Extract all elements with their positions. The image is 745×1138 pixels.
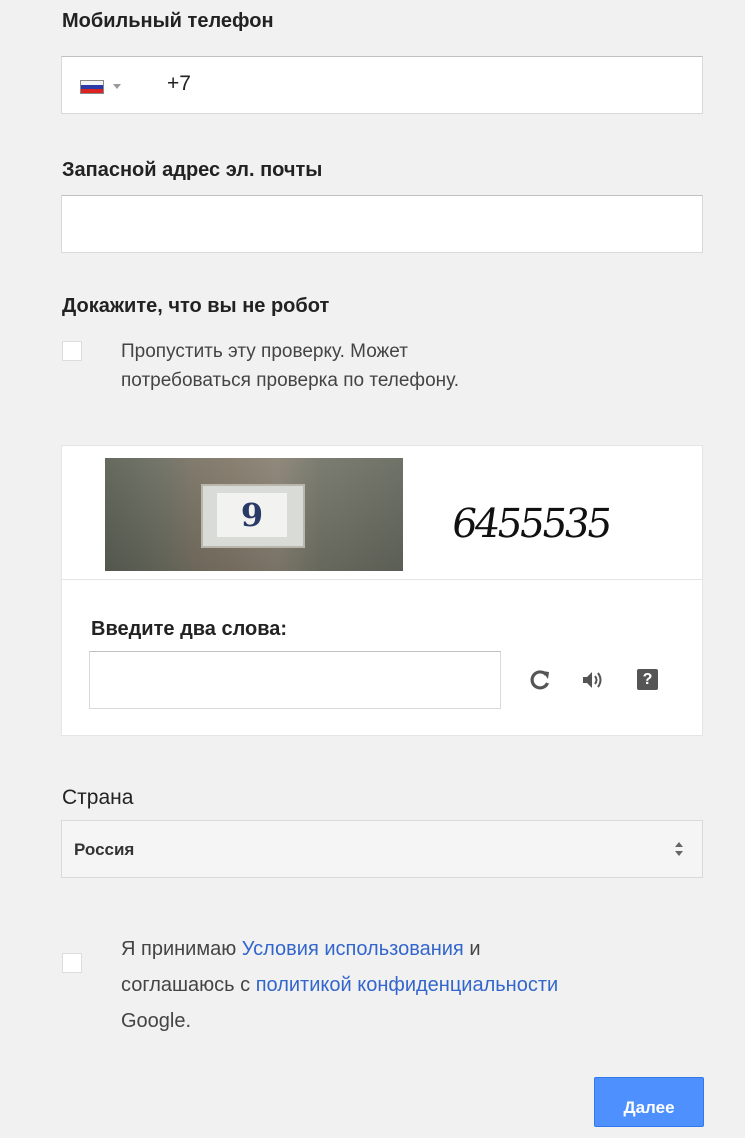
robot-check-heading: Докажите, что вы не робот (62, 295, 330, 317)
terms-prefix: Я принимаю (121, 938, 242, 960)
country-selected-value: Россия (74, 840, 135, 859)
terms-checkbox[interactable] (62, 953, 82, 973)
skip-check-label: Пропустить эту проверку. Может потребова… (121, 337, 459, 395)
terms-line-1: Я принимаю Условия использования и (121, 931, 558, 967)
country-code: +7 (167, 72, 191, 95)
audio-icon[interactable] (581, 669, 605, 691)
terms-and: и (463, 938, 481, 960)
backup-email-label: Запасной адрес эл. почты (62, 159, 323, 181)
skip-check-checkbox[interactable] (62, 341, 82, 361)
terms-of-service-link[interactable]: Условия использования (242, 938, 464, 960)
phone-input[interactable]: +7 (61, 56, 703, 114)
russia-flag-icon (80, 80, 104, 94)
help-icon[interactable]: ? (637, 669, 658, 690)
terms-line-2: соглашаюсь с политикой конфиденциальност… (121, 967, 558, 1003)
skip-check-line-2: потребоваться проверка по телефону. (121, 370, 460, 391)
country-flag-dropdown[interactable] (80, 79, 136, 95)
captcha-photo: 9 (105, 458, 403, 571)
country-label: Страна (62, 786, 134, 809)
terms-line2-prefix: соглашаюсь с (121, 974, 256, 996)
skip-check-line-1: Пропустить эту проверку. Может (121, 341, 408, 362)
captcha-divider (62, 579, 702, 580)
chevron-down-icon (113, 84, 121, 89)
captcha-word: 6455535 (448, 501, 613, 547)
captcha-input-label: Введите два слова: (91, 618, 288, 640)
refresh-icon[interactable] (529, 669, 551, 691)
privacy-policy-link[interactable]: политикой конфиденциальности (256, 974, 558, 996)
captcha-box: 9 6455535 Введите два слова: ? (61, 445, 703, 736)
terms-line-3: Google. (121, 1010, 192, 1032)
country-select[interactable]: Россия (61, 820, 703, 878)
terms-text: Я принимаю Условия использования и согла… (121, 931, 558, 1039)
next-button[interactable]: Далее (594, 1077, 704, 1127)
captcha-photo-number: 9 (240, 496, 264, 534)
backup-email-field[interactable] (61, 195, 703, 253)
captcha-input[interactable] (89, 651, 501, 709)
help-icon-glyph: ? (642, 671, 653, 688)
select-arrows-icon (675, 842, 683, 856)
phone-label: Мобильный телефон (62, 10, 274, 32)
